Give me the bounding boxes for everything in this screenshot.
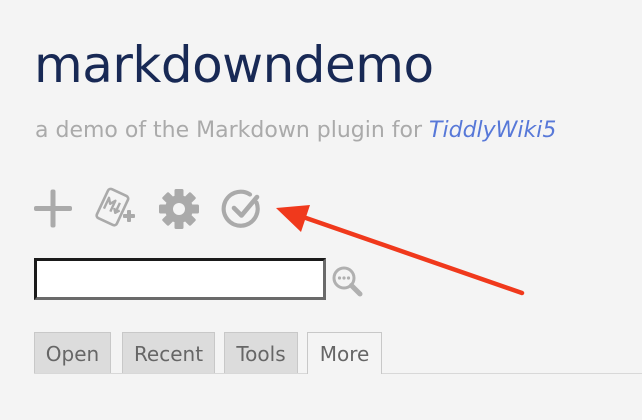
tab-tools[interactable]: Tools — [224, 332, 298, 373]
tab-more[interactable]: More — [307, 332, 382, 374]
gear-icon — [159, 189, 199, 229]
search-input[interactable] — [34, 258, 326, 300]
site-subtitle: a demo of the Markdown plugin for Tiddly… — [35, 118, 556, 143]
markdown-plus-icon — [95, 187, 135, 227]
search-icon — [332, 266, 363, 297]
control-panel-button[interactable] — [156, 186, 202, 232]
new-markdown-tiddler-button[interactable] — [92, 186, 138, 232]
site-subtitle-text: a demo of the Markdown plugin for — [35, 118, 430, 143]
sidebar-tabs: Open Recent Tools More — [34, 332, 642, 374]
new-tiddler-button[interactable] — [30, 186, 76, 232]
search-button[interactable] — [330, 264, 366, 300]
site-title: markdowndemo — [34, 36, 434, 94]
save-wiki-button[interactable] — [220, 186, 266, 232]
plus-icon — [34, 189, 72, 228]
check-circle-icon — [221, 189, 260, 228]
tab-open[interactable]: Open — [34, 332, 111, 373]
tab-recent[interactable]: Recent — [122, 332, 215, 373]
tiddlywiki-link[interactable]: TiddlyWiki5 — [429, 118, 556, 143]
